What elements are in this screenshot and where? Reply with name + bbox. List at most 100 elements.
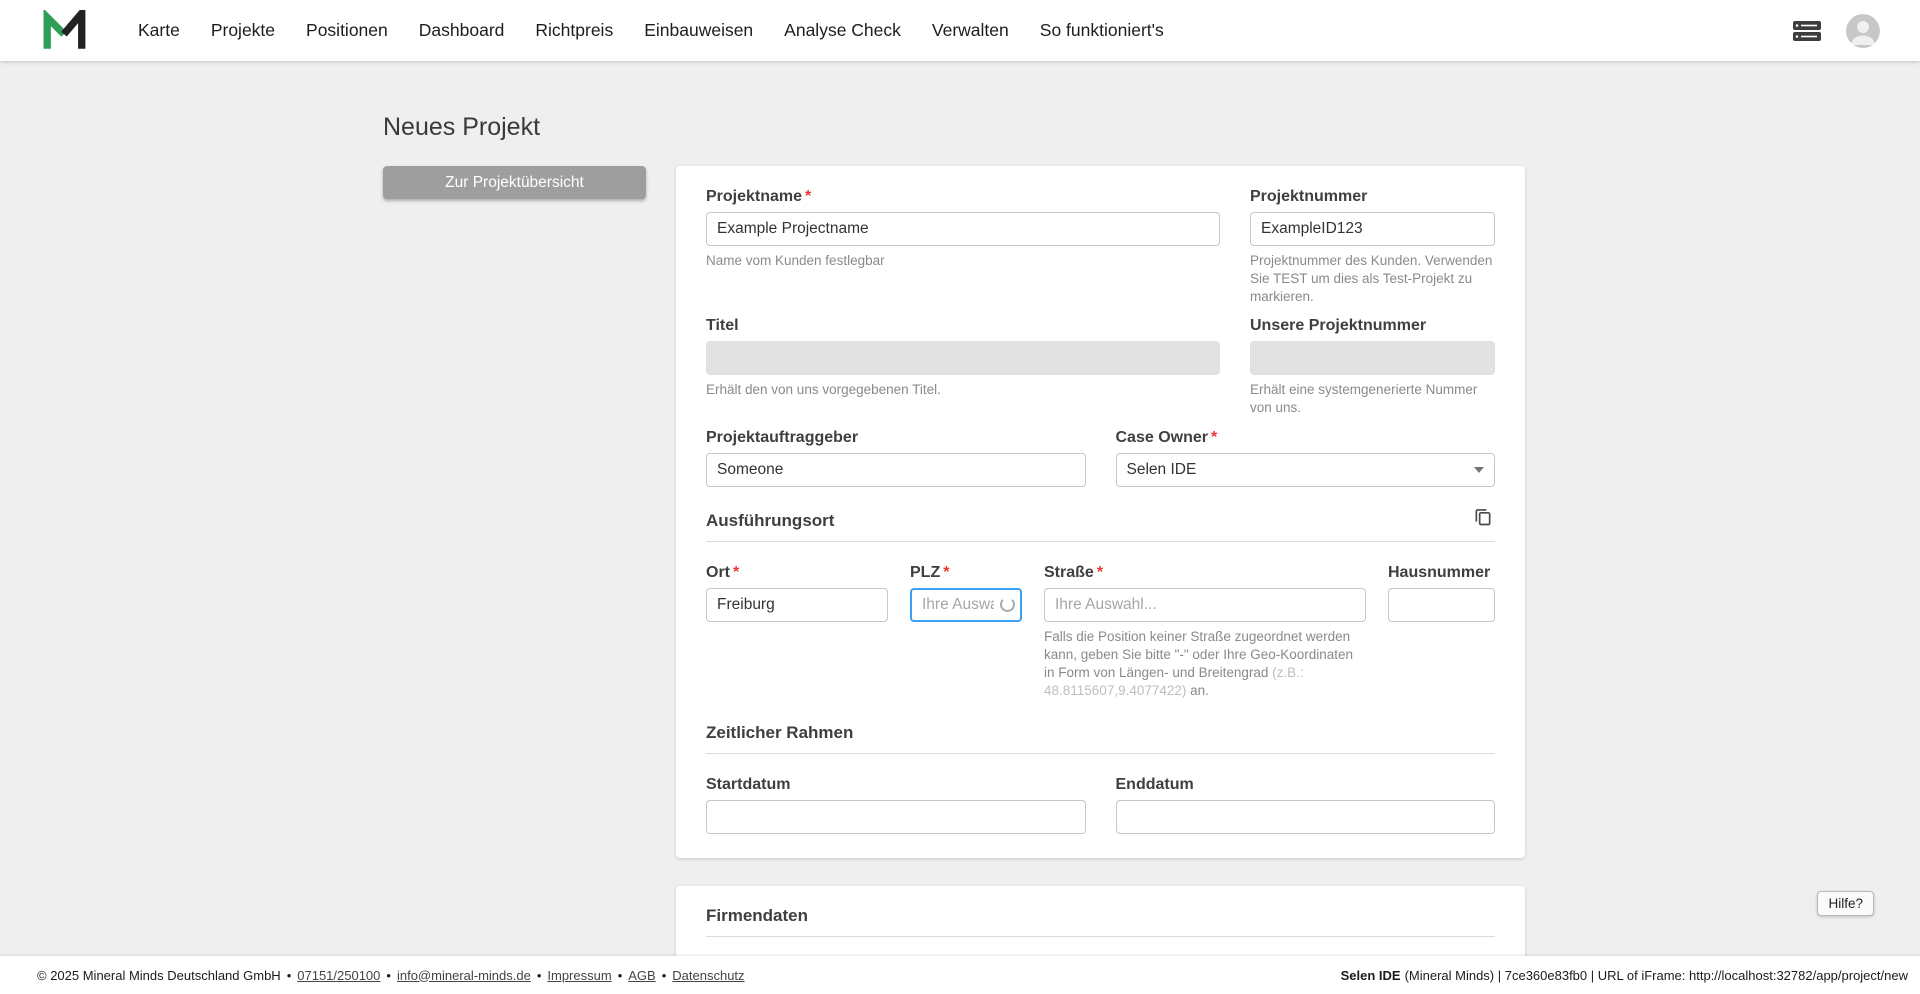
- section-firmendaten-header: Firmendaten: [706, 906, 1495, 938]
- section-zeitlicher-rahmen-header: Zeitlicher Rahmen: [706, 723, 1495, 755]
- case-owner-label: Case Owner *: [1116, 429, 1496, 447]
- ort-input[interactable]: [706, 588, 888, 623]
- section-ausfuehrungsort-header: Ausführungsort: [706, 509, 1495, 543]
- nav-item-so-funktionierts[interactable]: So funktioniert's: [1040, 20, 1164, 41]
- help-button[interactable]: Hilfe?: [1817, 891, 1874, 916]
- required-asterisk: *: [1210, 429, 1218, 447]
- required-asterisk: *: [1096, 564, 1104, 582]
- hausnummer-label-text: Hausnummer: [1388, 564, 1491, 582]
- footer-link-impressum[interactable]: Impressum: [547, 968, 611, 983]
- required-asterisk: *: [805, 188, 812, 205]
- separator-dot: •: [617, 967, 623, 983]
- required-asterisk: *: [733, 564, 740, 582]
- projektname-label-text: Projektname: [706, 188, 803, 205]
- projektauftraggeber-label-text: Projektauftraggeber: [706, 429, 859, 447]
- plz-label-text: PLZ: [910, 564, 941, 582]
- strasse-input[interactable]: [1044, 588, 1366, 623]
- footer-link-phone[interactable]: 07151/250100: [297, 968, 380, 983]
- strasse-helper: Falls die Position keiner Straße zugeord…: [1044, 628, 1366, 699]
- nav-item-richtpreis[interactable]: Richtpreis: [535, 20, 613, 41]
- field-projektnummer: Projektnummer Projektnummer des Kunden. …: [1250, 188, 1495, 305]
- page-title: Neues Projekt: [383, 113, 541, 141]
- strasse-helper-suffix: an.: [1186, 682, 1209, 698]
- case-owner-label-text: Case Owner: [1115, 429, 1208, 447]
- field-ort: Ort *: [706, 564, 888, 699]
- projektname-input[interactable]: [706, 212, 1220, 246]
- unsere-projektnummer-label-text: Unsere Projektnummer: [1250, 317, 1427, 335]
- person-icon: [1846, 13, 1880, 48]
- titel-label-text: Titel: [706, 317, 739, 335]
- startdatum-input[interactable]: [706, 800, 1086, 835]
- hausnummer-input[interactable]: [1388, 588, 1495, 623]
- copyright-text: © 2025 Mineral Minds Deutschland GmbH: [37, 967, 281, 983]
- copy-address-button[interactable]: [1471, 505, 1495, 532]
- copy-icon: [1475, 509, 1491, 526]
- user-avatar[interactable]: [1846, 13, 1880, 48]
- server-icon-button[interactable]: [1792, 19, 1822, 43]
- enddatum-input[interactable]: [1115, 800, 1495, 835]
- case-owner-selected-value: Selen IDE: [1126, 461, 1197, 479]
- enddatum-label-text: Enddatum: [1115, 776, 1194, 794]
- footer-left: © 2025 Mineral Minds Deutschland GmbH • …: [37, 968, 745, 983]
- nav-item-einbauweisen[interactable]: Einbauweisen: [644, 20, 753, 41]
- unsere-projektnummer-input: [1250, 341, 1495, 376]
- plz-label: PLZ *: [910, 564, 1022, 582]
- nav-item-verwalten[interactable]: Verwalten: [932, 20, 1009, 41]
- projektnummer-label-text: Projektnummer: [1250, 188, 1368, 205]
- top-nav-bar: Karte Projekte Positionen Dashboard Rich…: [0, 0, 1920, 61]
- nav-item-karte[interactable]: Karte: [138, 20, 180, 41]
- project-form-card: Projektname* Name vom Kunden festlegbar …: [676, 166, 1525, 859]
- hausnummer-label: Hausnummer: [1388, 564, 1495, 582]
- unsere-projektnummer-helper: Erhält eine systemgenerierte Nummer von …: [1250, 382, 1478, 416]
- projektnummer-input[interactable]: [1250, 212, 1495, 246]
- separator-dot: •: [286, 967, 292, 983]
- unsere-projektnummer-label: Unsere Projektnummer: [1250, 317, 1495, 335]
- projektname-helper: Name vom Kunden festlegbar: [706, 253, 885, 268]
- strasse-label-text: Straße: [1044, 564, 1094, 582]
- titel-input: [706, 341, 1220, 376]
- nav-item-projekte[interactable]: Projekte: [211, 20, 275, 41]
- projektauftraggeber-label: Projektauftraggeber: [706, 429, 1086, 447]
- separator-dot: •: [661, 967, 667, 983]
- footer-link-datenschutz[interactable]: Datenschutz: [672, 968, 744, 983]
- field-titel: Titel Erhält den von uns vorgegebenen Ti…: [706, 317, 1220, 417]
- field-strasse: Straße* Falls die Position keiner Straße…: [1044, 564, 1366, 699]
- projektauftraggeber-input[interactable]: [706, 453, 1086, 488]
- footer-session-details: (Mineral Minds) | 7ce360e83fb0 | URL of …: [1404, 967, 1908, 983]
- strasse-label: Straße *: [1044, 564, 1366, 582]
- left-column: Zur Projektübersicht: [383, 166, 676, 199]
- titel-label: Titel: [706, 317, 1220, 335]
- nav-right-actions: [1792, 13, 1880, 48]
- projektnummer-helper: Projektnummer des Kunden. Verwenden Sie …: [1250, 253, 1493, 304]
- section-title-firmendaten: Firmendaten: [706, 906, 809, 926]
- back-to-project-overview-button[interactable]: Zur Projektübersicht: [383, 166, 646, 199]
- nav-item-positionen[interactable]: Positionen: [306, 20, 388, 41]
- startdatum-label-text: Startdatum: [706, 776, 791, 794]
- field-unsere-projektnummer: Unsere Projektnummer Erhält eine systemg…: [1250, 317, 1495, 417]
- loading-spinner-icon: [1000, 597, 1015, 613]
- field-startdatum: Startdatum: [706, 776, 1086, 835]
- logo-icon: [43, 9, 86, 49]
- footer: © 2025 Mineral Minds Deutschland GmbH • …: [0, 956, 1920, 994]
- case-owner-select[interactable]: Selen IDE: [1115, 453, 1495, 488]
- nav-item-dashboard[interactable]: Dashboard: [419, 20, 505, 41]
- strasse-helper-main: Falls die Position keiner Straße zugeord…: [1044, 629, 1354, 680]
- separator-dot: •: [536, 967, 542, 983]
- server-icon: [1793, 20, 1821, 41]
- enddatum-label: Enddatum: [1116, 776, 1496, 794]
- field-enddatum: Enddatum: [1115, 776, 1496, 835]
- chevron-down-icon: [1474, 467, 1484, 474]
- field-projektauftraggeber: Projektauftraggeber: [706, 429, 1086, 488]
- footer-session-info: Selen IDE (Mineral Minds) | 7ce360e83fb0…: [1341, 968, 1908, 983]
- field-plz: PLZ *: [910, 564, 1022, 699]
- field-projektname: Projektname* Name vom Kunden festlegbar: [706, 188, 1220, 305]
- mineral-minds-logo[interactable]: [42, 9, 90, 53]
- nav-item-analyse-check[interactable]: Analyse Check: [784, 20, 901, 41]
- section-title-ausfuehrungsort: Ausführungsort: [706, 511, 835, 531]
- ort-label: Ort *: [706, 564, 888, 582]
- footer-link-agb[interactable]: AGB: [628, 968, 655, 983]
- field-case-owner: Case Owner * Selen IDE: [1115, 429, 1496, 488]
- required-asterisk: *: [943, 564, 950, 582]
- separator-dot: •: [386, 967, 391, 983]
- footer-link-email[interactable]: info@mineral-minds.de: [397, 968, 531, 983]
